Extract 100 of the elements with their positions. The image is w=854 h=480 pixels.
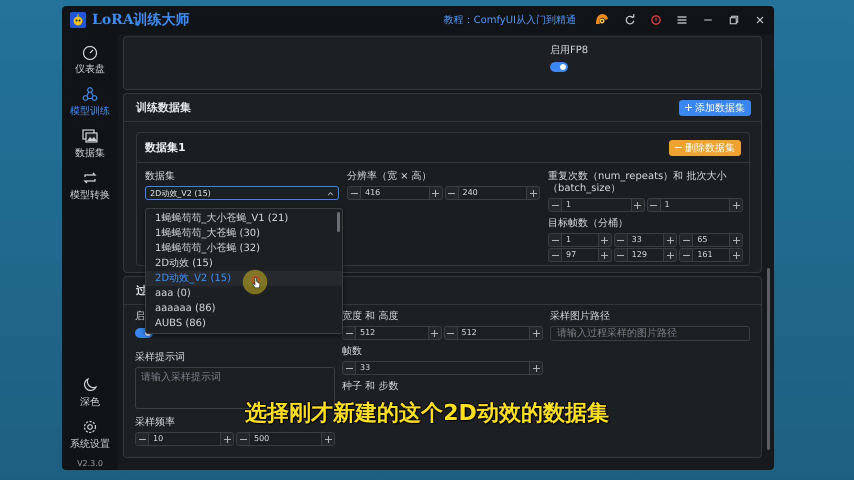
minus-button[interactable] — [614, 248, 628, 262]
number-field[interactable]: 33 — [356, 361, 529, 375]
settings-icon — [82, 419, 98, 435]
scrollbar-thumb[interactable] — [767, 268, 770, 450]
plus-icon — [530, 190, 536, 196]
sidebar-item[interactable]: 深色 — [65, 375, 115, 411]
dropdown-option[interactable]: 2D动效 (15) — [146, 256, 342, 271]
number-field[interactable]: 1 — [660, 198, 729, 212]
minus-button[interactable] — [614, 233, 628, 247]
plus-button[interactable] — [729, 248, 743, 262]
minus-button[interactable] — [548, 233, 562, 247]
plus-icon — [601, 236, 608, 244]
number-field[interactable]: 129 — [628, 248, 664, 262]
hand-cursor-icon — [242, 269, 268, 295]
number-field[interactable]: 10 — [149, 432, 220, 446]
caret-icon — [327, 190, 334, 196]
minus-button[interactable] — [548, 198, 562, 212]
sidebar-item[interactable]: 仪表盘 — [65, 42, 115, 78]
dropdown-option[interactable]: 1蝇蝇苟苟_大小苍蝇_V1 (21) — [146, 211, 342, 226]
dropdown-option[interactable]: AUBS (86) — [146, 316, 342, 331]
images-icon — [82, 128, 98, 144]
plus-button[interactable] — [663, 233, 678, 247]
plus-icon — [634, 202, 641, 208]
scrollbar-thumb[interactable] — [337, 212, 340, 232]
path-field[interactable]: 请输入过程采样的图片路径 — [550, 326, 750, 341]
number-field[interactable]: 1 — [562, 198, 630, 212]
field-label: 重复次数（num_repeats）和 批次大小（batch_size） — [548, 171, 728, 195]
number-field[interactable]: 65 — [693, 233, 729, 247]
minus-button[interactable] — [679, 233, 694, 247]
menu-icon[interactable] — [676, 14, 688, 26]
field-label: 宽度 和 高度 — [342, 311, 398, 323]
plus-button[interactable] — [529, 326, 543, 340]
add-dataset-button[interactable]: 添加数据集 — [679, 100, 751, 116]
toggle-switch[interactable] — [550, 62, 568, 72]
refresh-icon[interactable] — [624, 14, 636, 26]
minus-button[interactable] — [444, 326, 458, 340]
alert-icon[interactable] — [650, 14, 662, 26]
minus-button[interactable] — [646, 198, 660, 212]
plus-button[interactable] — [529, 361, 543, 375]
plus-button[interactable] — [598, 233, 612, 247]
plus-icon — [432, 190, 439, 196]
sidebar-item[interactable]: 数据集 — [65, 126, 115, 162]
minus-button[interactable] — [236, 432, 250, 446]
field-label: 采样提示词 — [135, 352, 185, 364]
app-title: LoRA训练大师 — [92, 11, 190, 29]
plus-button[interactable] — [663, 248, 678, 262]
dropdown-option[interactable]: 1蝇蝇苟苟_小苍蝇 (32) — [146, 241, 342, 256]
field-label: 帧数 — [342, 346, 362, 358]
version-label: V2.3.0 — [77, 459, 103, 468]
sidebar-item[interactable]: 模型训练 — [65, 84, 115, 120]
dropdown-option[interactable]: aaa (0) — [146, 286, 342, 301]
plus-button[interactable] — [321, 432, 335, 446]
number-field[interactable]: 512 — [458, 326, 529, 340]
field-label: 启 — [135, 311, 145, 323]
minus-button[interactable] — [342, 361, 356, 375]
nodes-icon — [82, 86, 98, 102]
plus-button[interactable] — [220, 432, 234, 446]
number-field[interactable]: 416 — [361, 186, 428, 200]
minus-button[interactable] — [444, 186, 458, 200]
plus-icon — [666, 252, 674, 258]
plus-icon — [324, 436, 332, 442]
number-field[interactable]: 500 — [250, 432, 321, 446]
minus-button[interactable] — [347, 186, 361, 200]
number-field[interactable]: 240 — [458, 186, 526, 200]
plus-icon — [732, 202, 740, 208]
field-label: 种子 和 步数 — [342, 381, 398, 393]
sidebar-item[interactable]: 系统设置 — [65, 417, 115, 453]
field-label: 采样频率 — [135, 417, 175, 429]
loop-icon — [82, 170, 98, 186]
field-label: 目标帧数（分桶） — [548, 218, 628, 230]
plus-icon — [732, 252, 740, 258]
number-field[interactable]: 161 — [693, 248, 729, 262]
tutorial-link[interactable]: 教程：ComfyUI从入门到精通 — [444, 13, 576, 27]
dropdown-option[interactable]: aaaaaa (86) — [146, 301, 342, 316]
plus-icon — [732, 236, 740, 244]
plus-button[interactable] — [526, 186, 540, 200]
plus-icon — [532, 330, 540, 336]
minus-button[interactable] — [342, 326, 356, 340]
dropdown-option[interactable]: 2D动效_V2 (15) — [146, 271, 342, 286]
plus-button[interactable] — [598, 248, 612, 262]
dataset-select[interactable]: 2D动效_V2 (15) — [145, 186, 339, 200]
section-title: 训练数据集 — [136, 100, 191, 115]
close-icon[interactable] — [754, 14, 766, 26]
plus-button[interactable] — [729, 233, 743, 247]
plus-icon — [601, 252, 608, 258]
restore-icon[interactable] — [728, 14, 740, 26]
number-field[interactable]: 1 — [562, 233, 598, 247]
number-field[interactable]: 512 — [356, 326, 428, 340]
sidebar-item[interactable]: 模型转换 — [65, 168, 115, 204]
plus-button[interactable] — [428, 186, 442, 200]
minus-button[interactable] — [548, 248, 562, 262]
plus-button[interactable] — [729, 198, 743, 212]
number-field[interactable]: 97 — [562, 248, 598, 262]
dropdown-option[interactable]: 1蝇蝇苟苟_大苍蝇 (30) — [146, 226, 342, 241]
plus-button[interactable] — [428, 326, 442, 340]
minus-button[interactable] — [679, 248, 694, 262]
plus-icon — [666, 236, 674, 244]
minus-button[interactable] — [135, 432, 149, 446]
number-field[interactable]: 33 — [628, 233, 664, 247]
plus-button[interactable] — [630, 198, 644, 212]
